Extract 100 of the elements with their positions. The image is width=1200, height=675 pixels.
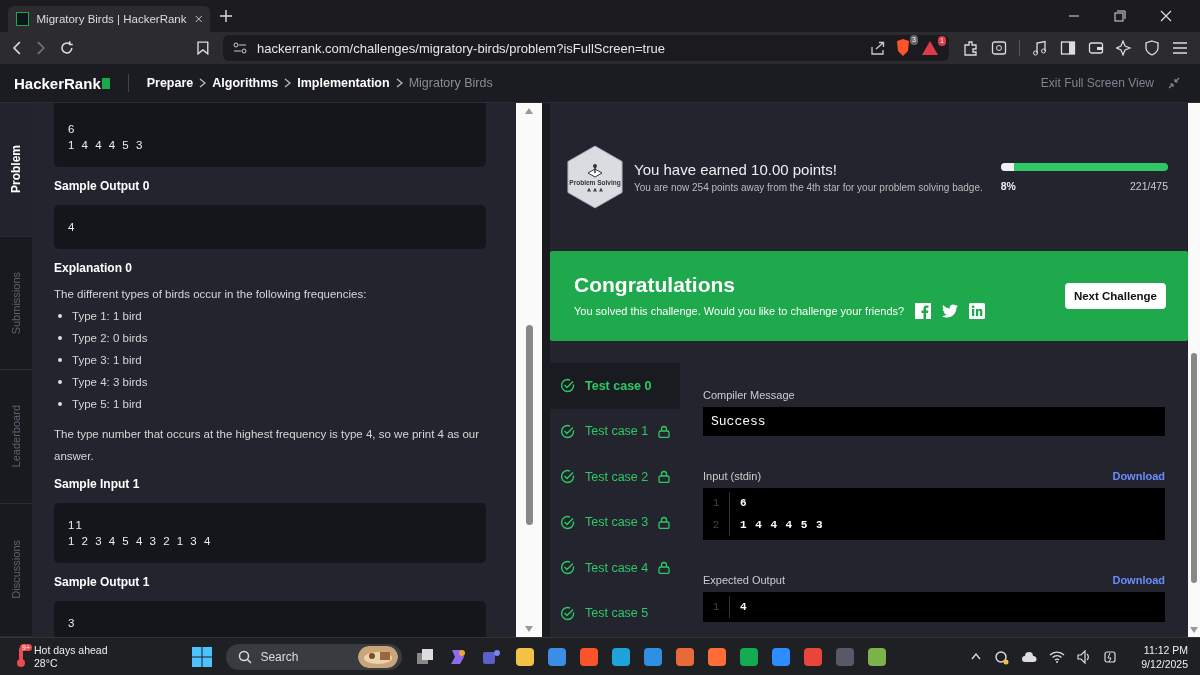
compiler-message-output: Success [703, 407, 1165, 436]
windows-start-icon[interactable] [192, 646, 213, 667]
hexagon-badge-icon [566, 144, 624, 210]
download-link[interactable]: Download [1112, 574, 1165, 586]
test-case-tab[interactable]: Test case 5 [550, 590, 680, 636]
section-heading: Sample Output 1 [54, 575, 151, 589]
new-tab-icon[interactable] [220, 10, 232, 22]
exit-full-screen-link[interactable]: Exit Full Screen View [1040, 76, 1154, 90]
logo-square-icon [101, 77, 110, 89]
bullet-icon [58, 358, 62, 362]
search-icon [238, 649, 253, 664]
test-case-tab[interactable]: Test case 2 [550, 454, 680, 500]
check-circle-icon [560, 469, 575, 485]
field-label: Compiler Message [703, 389, 796, 401]
line-number: 2 [703, 514, 730, 536]
test-case-tab[interactable]: Test case 1 [550, 408, 680, 454]
test-case-tab[interactable]: Test case 0 [550, 363, 680, 409]
site-settings-icon[interactable] [233, 42, 248, 54]
collapse-icon[interactable] [1168, 77, 1180, 89]
list-item: Type 1: 1 bird [72, 310, 142, 322]
joystick-icon [586, 162, 604, 179]
cloud-icon[interactable] [1021, 650, 1038, 663]
vpn-shield-icon[interactable] [1144, 40, 1160, 56]
shield-icon[interactable] [895, 39, 911, 57]
clock-date[interactable]: 9/12/2025 [1141, 656, 1188, 671]
points-earned-text: You have earned 10.00 points! [634, 161, 838, 178]
code-line: 4 [739, 601, 748, 613]
chevron-right-icon [395, 78, 403, 88]
hackerrank-favicon-icon [16, 12, 29, 26]
triangle-icon[interactable] [921, 40, 939, 56]
scrollbar-thumb[interactable] [1191, 353, 1197, 583]
side-tab[interactable]: Problem [0, 103, 32, 237]
scroll-up-icon[interactable] [524, 107, 534, 115]
browser-tab[interactable]: Migratory Birds | HackerRank [8, 6, 210, 32]
sidebar-icon[interactable] [1060, 40, 1076, 56]
wifi-icon[interactable] [1049, 650, 1066, 663]
bookmark-icon[interactable] [197, 41, 210, 55]
share-icon[interactable] [871, 41, 885, 55]
test-case-tab[interactable]: Test case 4 [550, 545, 680, 591]
close-icon[interactable] [1160, 10, 1172, 22]
speaker-icon[interactable] [1077, 649, 1092, 664]
hackerrank-logo[interactable]: HackerRank [14, 74, 101, 92]
scrollbar-thumb[interactable] [525, 325, 533, 525]
temperature: 28°C [34, 656, 59, 670]
facebook-icon[interactable] [915, 303, 932, 319]
sample-code-block: 4 [54, 205, 486, 249]
scrollbar[interactable] [1188, 103, 1200, 637]
congratulations-title: Congratulations [574, 273, 736, 297]
scroll-down-icon[interactable] [524, 625, 534, 633]
back-icon[interactable] [12, 41, 22, 55]
puzzle-icon[interactable] [963, 40, 979, 56]
music-icon[interactable] [1032, 40, 1048, 56]
sample-code-block: 11 1 2 3 4 5 4 3 2 1 3 4 [54, 503, 486, 563]
wallet-icon[interactable] [1088, 40, 1104, 56]
list-item: Type 3: 1 bird [72, 354, 142, 366]
menu-icon[interactable] [1172, 41, 1188, 55]
twitter-bird-icon[interactable] [942, 304, 959, 318]
progress-count: 221/475 [1130, 179, 1168, 192]
linkedin-icon[interactable] [969, 303, 986, 319]
task-view-icon[interactable] [416, 647, 435, 666]
breadcrumb-link[interactable]: Prepare [146, 76, 194, 90]
sparkle-icon[interactable] [1116, 40, 1132, 56]
section-heading: Explanation 0 [54, 261, 134, 275]
breadcrumb-link[interactable]: Algorithms [212, 76, 279, 90]
chevron-right-icon [284, 78, 292, 88]
resize-handle[interactable] [542, 103, 550, 637]
forward-icon[interactable] [35, 41, 46, 55]
chevron-right-icon [199, 78, 207, 88]
line-number: 1 [703, 596, 730, 618]
download-link[interactable]: Download [1112, 470, 1165, 482]
check-circle-icon [560, 378, 575, 394]
breadcrumb-link[interactable]: Implementation [297, 76, 390, 90]
clock-time[interactable]: 11:12 PM [1141, 642, 1188, 657]
field-label: Expected Output [703, 574, 785, 586]
check-circle-icon [560, 514, 575, 530]
bullet-icon [58, 380, 62, 384]
list-item: Type 4: 3 birds [72, 376, 148, 388]
code-line: 1 4 4 4 5 3 [739, 519, 824, 531]
reader-icon[interactable] [991, 40, 1007, 56]
taskbar-search-field[interactable]: Search [226, 643, 403, 670]
check-circle-icon [560, 560, 575, 576]
list-item: Type 2: 0 birds [72, 332, 148, 344]
field-label: Input (stdin) [703, 470, 762, 482]
restore-icon[interactable] [1114, 10, 1126, 22]
scrollbar[interactable] [516, 103, 542, 637]
test-case-tab[interactable]: Test case 3 [550, 499, 680, 545]
progress-percent: 8% [1000, 179, 1016, 192]
weather-title[interactable]: Hot days ahead [34, 643, 108, 657]
close-tab-icon[interactable] [194, 14, 202, 24]
reload-icon[interactable] [59, 41, 74, 55]
scroll-down-icon[interactable] [1190, 627, 1198, 633]
paragraph: The type number that occurs at the highest frequency is type 4, so we print 4 as our answer. [54, 427, 481, 464]
next-challenge-button[interactable]: Next Challenge [1064, 283, 1166, 309]
section-heading: Sample Input 1 [54, 477, 141, 491]
challenge-friends-text: You solved this challenge. Would you like to challenge your friends? [574, 305, 905, 317]
check-circle-icon [560, 423, 575, 439]
sample-code-block: 3 [54, 601, 486, 637]
paragraph: The different types of birds occur in the following frequencies: [54, 287, 368, 302]
points-away-text: You are now 254 points away from the 4th star for your problem solving badge. [634, 182, 983, 193]
chevron-up-icon[interactable] [971, 653, 982, 660]
